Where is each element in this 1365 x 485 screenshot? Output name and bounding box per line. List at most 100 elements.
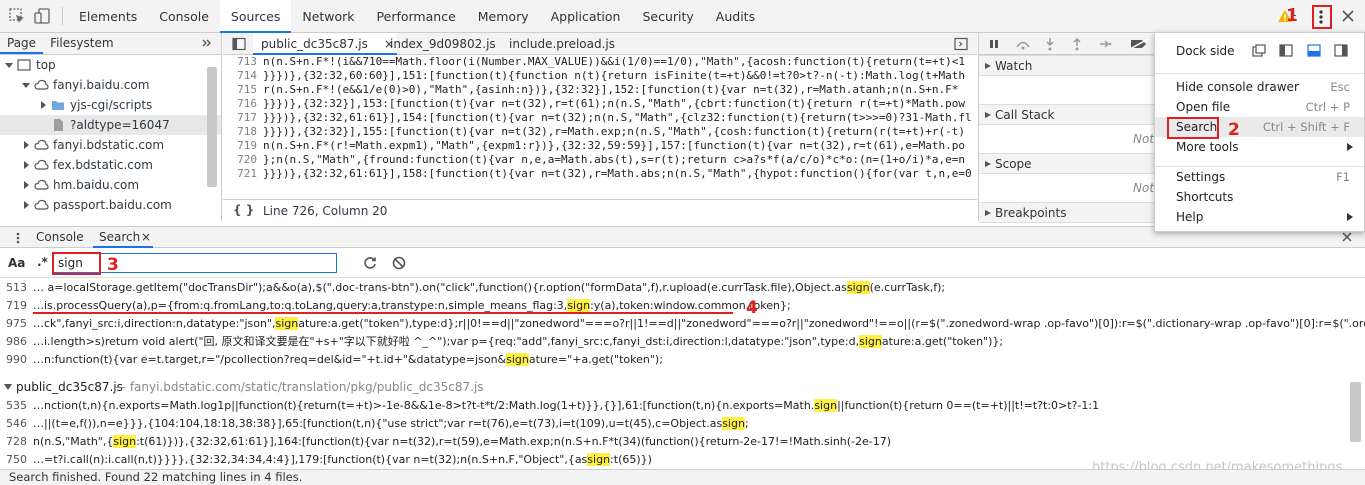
tree-item[interactable]: fanyi.baidu.com <box>0 75 221 95</box>
close-tab-icon[interactable]: × <box>141 227 151 248</box>
result-line[interactable]: 513 … a=localStorage.getItem("docTransDir… <box>0 279 1365 297</box>
menu-item-shortcut: F1 <box>1336 170 1350 184</box>
result-line[interactable]: 986 …i.length>s)return void alert("回, 原文和… <box>0 333 1365 351</box>
result-text: …=t?i.call(n):i.call(n,t)}}}},{32:32,34:… <box>33 451 652 469</box>
step-out-icon[interactable] <box>1071 37 1083 51</box>
dock-bottom-icon[interactable] <box>1307 44 1321 57</box>
result-text-segment: … a=localStorage.getItem("docTransDir");… <box>33 281 847 294</box>
cloud-icon <box>34 159 49 170</box>
device-toolbar-icon[interactable] <box>33 7 51 25</box>
code-line: 713 n(n.S+n.F*!(i&&710==Math.floor(i(Numb… <box>223 55 977 69</box>
refresh-icon[interactable] <box>363 256 377 270</box>
menu-item-shortcuts[interactable]: Shortcuts <box>1155 187 1364 207</box>
dock-right-icon[interactable] <box>1334 44 1348 57</box>
editor-tabs: public_dc35c87.js × index_9d09802.js inc… <box>223 33 977 55</box>
tree-item[interactable]: passport.baidu.com <box>0 195 221 215</box>
result-line-number: 986 <box>6 335 27 348</box>
match-highlight: sign <box>506 353 529 366</box>
regex-toggle[interactable]: .* <box>37 255 48 269</box>
tab-elements[interactable]: Elements <box>68 0 148 33</box>
tab-performance[interactable]: Performance <box>366 0 467 33</box>
result-line-number: 750 <box>6 453 27 466</box>
search-toolbar: Aa .* <box>0 248 1365 278</box>
line-number: 721 <box>237 167 257 180</box>
tab-audits[interactable]: Audits <box>705 0 766 33</box>
drawer-tab-search[interactable]: Search × <box>93 227 153 248</box>
result-file-header[interactable]: public_dc35c87.js — fanyi.bdstatic.com/st… <box>0 377 1365 397</box>
result-line[interactable]: 546 …||(t=e,f()),n=e}}},{104:104,18:18,38… <box>0 415 1365 433</box>
collapse-triangle-icon <box>24 181 29 189</box>
step-into-icon[interactable] <box>1044 37 1056 51</box>
tab-security[interactable]: Security <box>631 0 704 33</box>
tab-page[interactable]: Page <box>0 33 44 54</box>
pretty-print-icon[interactable]: { } <box>233 203 254 217</box>
tab-console[interactable]: Console <box>148 0 220 33</box>
folder-icon <box>52 101 64 110</box>
pause-icon[interactable] <box>988 38 1000 50</box>
submenu-arrow-icon <box>1347 143 1353 151</box>
toggle-navigator-button[interactable] <box>232 37 246 51</box>
tree-item[interactable]: fanyi.bdstatic.com <box>0 135 221 155</box>
result-text-segment: ature="+a.get("token"); <box>528 353 663 366</box>
inspect-element-icon[interactable] <box>8 7 26 25</box>
editor-tab-include[interactable]: include.preload.js <box>501 33 615 55</box>
menu-item-help[interactable]: Help <box>1155 207 1364 227</box>
tab-network[interactable]: Network <box>291 0 365 33</box>
close-devtools-button[interactable] <box>1341 9 1355 23</box>
result-line[interactable]: 535 …nction(t,n){n.exports=Math.log1p||fu… <box>0 397 1365 415</box>
results-scrollbar[interactable] <box>1350 382 1361 442</box>
tab-filesystem[interactable]: Filesystem <box>43 33 120 54</box>
menu-item-open-file[interactable]: Open file Ctrl + P <box>1155 97 1364 117</box>
code-line: 715 r(n.S+n.F*!(e&&1/e(0)>0),"Math",{asin… <box>223 83 977 97</box>
tree-item[interactable]: yjs-cgi/scripts <box>0 95 221 115</box>
navigator-scrollbar[interactable] <box>207 67 217 187</box>
result-text: …i.length>s)return void alert("回, 原文和译文要… <box>33 333 1003 351</box>
menu-item-settings[interactable]: Settings F1 <box>1155 167 1364 187</box>
tree-item[interactable]: fex.bdstatic.com <box>0 155 221 175</box>
result-text-segment: (e.currTask,f); <box>869 281 946 294</box>
navigator-more-button[interactable] <box>201 37 213 49</box>
result-line[interactable]: 728 n(n.S,"Math",{sign:t(61)})},{32:32,61… <box>0 433 1365 451</box>
drawer-tab-console[interactable]: Console <box>30 227 90 248</box>
close-drawer-button[interactable] <box>1341 231 1353 243</box>
line-number: 714 <box>237 69 257 82</box>
menu-item-shortcut: Ctrl + P <box>1305 100 1350 114</box>
editor-tab-public[interactable]: public_dc35c87.js × <box>253 33 397 55</box>
tab-memory[interactable]: Memory <box>467 0 540 33</box>
cursor-position: Line 726, Column 20 <box>263 204 388 218</box>
step-icon[interactable] <box>1098 38 1112 50</box>
result-text-segment: …nction(t,n){n.exports=Math.log1p||funct… <box>33 399 815 412</box>
result-line[interactable]: 990 …n:function(t){var e=t.target,r="/pco… <box>0 351 1365 369</box>
tab-sources[interactable]: Sources <box>219 0 292 33</box>
tree-item-label: fanyi.bdstatic.com <box>53 138 165 152</box>
menu-item-more-tools[interactable]: More tools <box>1155 137 1364 157</box>
toggle-debugger-button[interactable] <box>954 37 968 51</box>
result-line[interactable]: 975 …ck",fanyi_src:i,direction:n,datatype… <box>0 315 1365 333</box>
code-area[interactable]: 713 n(n.S+n.F*!(i&&710==Math.floor(i(Numb… <box>223 55 977 195</box>
kebab-menu-icon <box>16 232 20 244</box>
match-case-toggle[interactable]: Aa <box>8 256 25 270</box>
devtools-toolbar: Elements Console Sources Network Performance… <box>0 0 1365 33</box>
result-text-segment: …||(t=e,f()),n=e}}},{104:104,18:18,38:38… <box>33 417 723 430</box>
drawer-menu-button[interactable] <box>12 231 24 245</box>
tree-item[interactable]: top <box>0 55 221 75</box>
dock-side-label: Dock side <box>1176 44 1235 58</box>
tree-item[interactable]: ?aldtype=16047 <box>0 115 221 135</box>
step-over-icon[interactable] <box>1015 38 1031 50</box>
clear-icon[interactable] <box>392 256 406 270</box>
collapse-triangle-icon <box>985 210 991 216</box>
result-text-segment: …is.processQuery(a),p={from:q.fromLang,t… <box>33 299 568 312</box>
tree-item[interactable]: hm.baidu.com <box>0 175 221 195</box>
menu-item-hide-console-drawer[interactable]: Hide console drawer Esc <box>1155 77 1364 97</box>
editor-tab-index[interactable]: index_9d09802.js <box>382 33 496 55</box>
result-file-name: public_dc35c87.js <box>16 380 123 394</box>
result-text: n(n.S,"Math",{sign:t(61)})},{32:32,61:61… <box>33 433 891 451</box>
code-line: 720};n(n.S,"Math",{fround:function(t){va… <box>223 153 977 167</box>
annotation-number: 4 <box>746 298 758 318</box>
result-text-segment: :y(a),token:window.common.token}; <box>590 299 791 312</box>
tab-application[interactable]: Application <box>540 0 632 33</box>
deactivate-breakpoints-icon[interactable] <box>1129 38 1149 50</box>
dock-left-icon[interactable] <box>1279 44 1293 57</box>
close-icon <box>1342 10 1354 22</box>
undock-icon[interactable] <box>1252 44 1266 57</box>
